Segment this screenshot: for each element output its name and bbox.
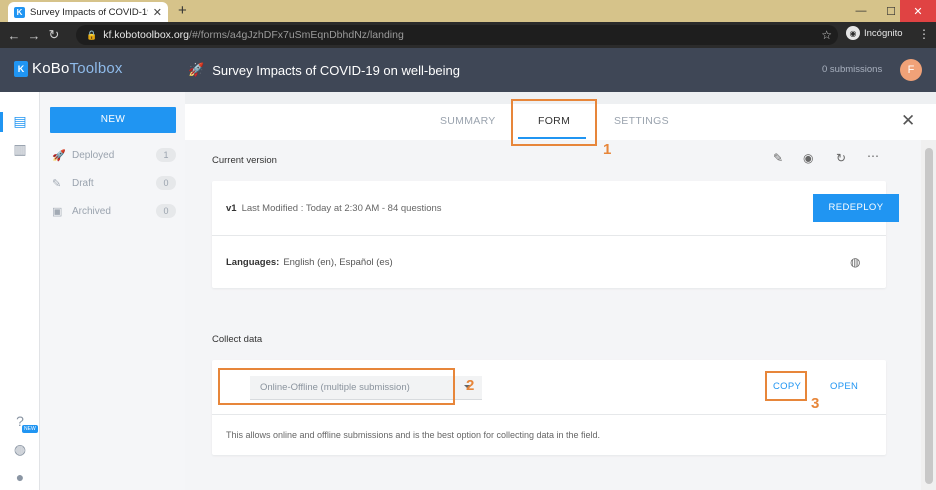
redeploy-button[interactable]: REDEPLOY <box>813 194 899 222</box>
back-arrow-icon[interactable]: ← <box>4 28 24 43</box>
sidebar-item-label: Draft <box>72 177 94 189</box>
description-text: This allows online and offline submissio… <box>226 430 601 440</box>
archive-box-icon: ▣ <box>52 205 63 218</box>
count-badge: 1 <box>156 148 176 162</box>
version-row: v1 Last Modified : Today at 2:30 AM - 84… <box>212 181 886 235</box>
draft-edit-icon: ✎ <box>52 177 62 190</box>
collect-description: This allows online and offline submissio… <box>212 415 886 455</box>
minimize-button[interactable]: — <box>846 0 876 22</box>
close-icon[interactable]: ✕ <box>153 6 162 19</box>
main-panel: SUMMARY FORM SETTINGS ✕ Current version … <box>185 92 936 490</box>
browser-menu-icon[interactable]: ⋮ <box>918 27 930 41</box>
survey-title: 🚀 Survey Impacts of COVID-19 on well-bei… <box>188 62 460 78</box>
preview-eye-icon[interactable]: ◉ <box>803 151 813 165</box>
browser-toolbar: ← → ↻ 🔒 kf.kobotoolbox.org/#/forms/a4gJz… <box>0 22 936 48</box>
forms-clipboard-icon[interactable]: ▤ <box>11 112 29 130</box>
logo-bold: KoBo <box>32 60 70 77</box>
close-icon[interactable]: ✕ <box>901 111 915 131</box>
open-button[interactable]: OPEN <box>830 381 858 392</box>
version-number: v1 <box>226 202 237 214</box>
url-host: kf.kobotoolbox.org <box>103 29 190 41</box>
avatar[interactable]: F <box>900 59 922 81</box>
replace-refresh-icon[interactable]: ↻ <box>836 151 846 165</box>
sidebar-item-archived[interactable]: ▣ Archived 0 <box>52 202 176 220</box>
tab-settings[interactable]: SETTINGS <box>614 115 669 127</box>
languages-value: English (en), Español (es) <box>283 256 393 268</box>
new-button[interactable]: NEW <box>50 107 176 133</box>
languages-row: Languages: English (en), Español (es) <box>212 236 886 288</box>
url-path: /#/forms/a4gJzhDFx7uSmEqnDbhdNz/landing <box>189 29 404 41</box>
survey-title-text: Survey Impacts of COVID-19 on well-being <box>212 62 461 78</box>
current-version-label: Current version <box>212 155 277 166</box>
bookmark-star-icon[interactable]: ☆ <box>821 28 832 42</box>
logo-mark-icon: K <box>14 60 28 77</box>
count-badge: 0 <box>156 204 176 218</box>
more-dots-icon[interactable]: ⋯ <box>867 149 879 163</box>
kobotoolbox-logo[interactable]: K KoBoToolbox <box>14 60 123 77</box>
github-icon[interactable]: ● <box>11 468 29 486</box>
app-header: K KoBoToolbox 🚀 Survey Impacts of COVID-… <box>0 48 936 92</box>
globe-icon[interactable]: ◍ <box>850 255 860 269</box>
scroll-thumb[interactable] <box>925 148 933 484</box>
browser-tab[interactable]: K Survey Impacts of COVID-19 on w ✕ <box>8 2 168 22</box>
annotation-number-3: 3 <box>811 395 820 412</box>
logo-text: KoBoToolbox <box>32 60 123 77</box>
new-badge: NEW <box>22 425 38 433</box>
highlight-box-collect-select <box>218 368 455 405</box>
count-badge: 0 <box>156 176 176 190</box>
kobo-favicon-icon: K <box>14 6 25 18</box>
edit-pencil-icon[interactable]: ✎ <box>773 151 783 165</box>
scrollbar[interactable] <box>921 140 936 490</box>
sidebar-item-label: Deployed <box>72 149 115 161</box>
forward-arrow-icon[interactable]: → <box>24 28 44 43</box>
lock-icon: 🔒 <box>86 29 98 40</box>
address-bar[interactable]: 🔒 kf.kobotoolbox.org/#/forms/a4gJzhDFx7u… <box>76 25 838 45</box>
annotation-number-1: 1 <box>603 141 612 158</box>
browser-tab-title: Survey Impacts of COVID-19 on w <box>30 6 148 18</box>
highlight-box-copy <box>765 371 807 401</box>
new-tab-button[interactable]: + <box>178 2 187 19</box>
browser-tab-bar: K Survey Impacts of COVID-19 on w ✕ + — … <box>0 0 936 22</box>
incognito-label: Incógnito <box>864 27 903 39</box>
submissions-count: 0 submissions <box>822 64 883 75</box>
url-text: kf.kobotoolbox.org/#/forms/a4gJzhDFx7uSm… <box>103 29 404 41</box>
incognito-icon: ◉ <box>846 26 860 40</box>
reload-icon[interactable]: ↻ <box>44 27 64 43</box>
library-icon[interactable]: ▥ <box>11 140 29 158</box>
sidebar-item-draft[interactable]: ✎ Draft 0 <box>52 174 176 192</box>
sidebar-item-label: Archived <box>72 205 111 217</box>
highlight-box-form-tab <box>511 99 597 146</box>
logo-thin: Toolbox <box>69 60 123 77</box>
last-modified: Last Modified : Today at 2:30 AM - 84 qu… <box>241 202 442 214</box>
rocket-icon: 🚀 <box>188 62 205 77</box>
sidebar: NEW 🚀 Deployed 1 ✎ Draft 0 ▣ Archived 0 <box>40 92 185 490</box>
form-content: Current version ✎ ◉ ↻ ⋯ v1 Last Modified… <box>185 140 921 490</box>
incognito-indicator[interactable]: ◉ Incógnito <box>846 26 903 40</box>
collect-data-label: Collect data <box>212 334 263 345</box>
rocket-icon: 🚀 <box>52 149 66 162</box>
languages-label: Languages: <box>226 256 280 268</box>
rail-active-indicator <box>0 112 3 132</box>
annotation-number-2: 2 <box>466 377 475 394</box>
tab-summary[interactable]: SUMMARY <box>440 115 496 127</box>
language-globe-icon[interactable]: ◍ <box>11 440 29 458</box>
version-card: v1 Last Modified : Today at 2:30 AM - 84… <box>212 181 899 288</box>
sidebar-item-deployed[interactable]: 🚀 Deployed 1 <box>52 146 176 164</box>
window-close-button[interactable]: ✕ <box>900 0 936 22</box>
